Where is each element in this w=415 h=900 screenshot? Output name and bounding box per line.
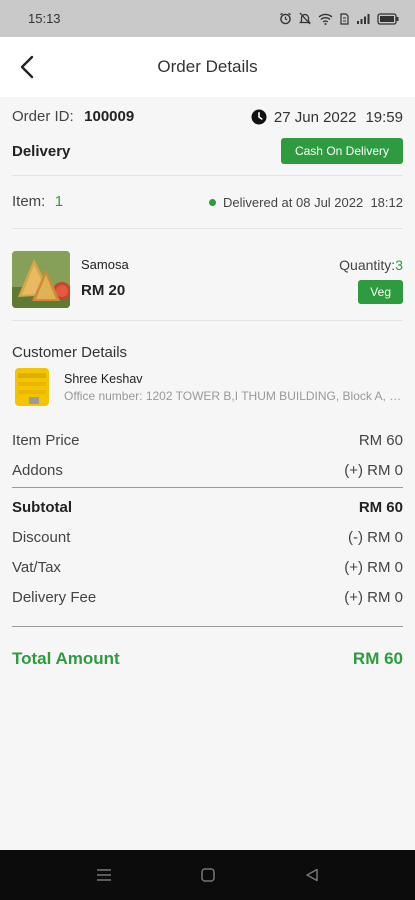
total-label: Total Amount	[12, 649, 120, 668]
home-button[interactable]	[196, 863, 220, 887]
customer-details-title: Customer Details	[12, 344, 128, 361]
order-details-content: Order ID: 100009 27 Jun 2022 19:59 Deliv…	[0, 97, 415, 850]
alarm-icon	[280, 12, 291, 25]
quantity: Quantity:3	[339, 257, 403, 273]
order-time: 19:59	[365, 108, 403, 126]
order-id-row: Order ID: 100009 27 Jun 2022 19:59	[12, 107, 403, 127]
discount-row: Discount (-) RM 0	[12, 527, 403, 547]
delivery-row: Delivery Cash On Delivery	[12, 138, 403, 164]
divider	[12, 320, 403, 321]
product-image	[12, 251, 70, 308]
status-time: 15:13	[28, 11, 61, 26]
vat-label: Vat/Tax	[12, 558, 61, 576]
subtotal-row: Subtotal RM 60	[12, 497, 403, 517]
item-price-row: Item Price RM 60	[12, 430, 403, 450]
delivery-fee-value: (+) RM 0	[344, 588, 403, 606]
system-nav-bar	[0, 850, 415, 900]
product-item[interactable]: Samosa RM 20 Quantity:3 Veg	[12, 247, 403, 309]
quantity-label: Quantity:	[339, 257, 396, 273]
subtotal-value: RM 60	[358, 498, 403, 516]
customer-avatar-icon	[15, 368, 49, 406]
delivery-status: Delivered at 08 Jul 2022 18:12	[223, 194, 403, 210]
system-back-button[interactable]	[300, 863, 324, 887]
wifi-icon	[318, 13, 333, 25]
order-date: 27 Jun 2022	[273, 108, 357, 126]
delivery-fee-row: Delivery Fee (+) RM 0	[12, 587, 403, 607]
delivery-fee-label: Delivery Fee	[12, 588, 97, 606]
signal-icon	[357, 13, 370, 24]
total-row: Total Amount RM 60	[12, 647, 403, 671]
status-dot-icon	[209, 198, 217, 206]
product-name: Samosa	[81, 257, 129, 272]
customer-address: Office number: 1202 TOWER B,I THUM BUILD…	[64, 389, 403, 403]
status-icons	[279, 12, 399, 25]
clock-icon	[251, 109, 267, 125]
discount-label: Discount	[12, 528, 71, 546]
customer-name: Shree Keshav	[64, 372, 143, 386]
mute-icon	[299, 12, 311, 25]
app-header: Order Details	[0, 37, 415, 97]
divider	[12, 626, 403, 627]
order-id-label: Order ID:	[12, 108, 74, 125]
divider	[12, 228, 403, 229]
sim-icon	[340, 12, 349, 25]
item-price-label: Item Price	[12, 431, 80, 449]
addons-label: Addons	[12, 461, 63, 479]
addons-value: (+) RM 0	[344, 461, 403, 479]
divider	[12, 175, 403, 176]
order-type: Delivery	[12, 142, 71, 160]
subtotal-label: Subtotal	[12, 498, 72, 516]
status-bar: 15:13	[0, 0, 415, 37]
item-label: Item:	[12, 193, 46, 210]
quantity-value: 3	[395, 257, 403, 273]
total-value: RM 60	[352, 649, 403, 668]
item-price-value: RM 60	[358, 431, 403, 449]
home-icon	[200, 868, 215, 882]
product-price: RM 20	[81, 282, 126, 299]
payment-method-badge: Cash On Delivery	[280, 138, 403, 164]
customer-card: Shree Keshav Office number: 1202 TOWER B…	[12, 365, 403, 409]
battery-icon	[377, 12, 399, 25]
addons-row: Addons (+) RM 0	[12, 460, 403, 480]
item-status-row: Item: 1 Delivered at 08 Jul 2022 18:12	[12, 192, 403, 212]
discount-value: (-) RM 0	[348, 528, 403, 546]
page-title: Order Details	[157, 57, 258, 76]
back-button[interactable]	[14, 53, 40, 81]
order-id-value: 100009	[84, 108, 135, 125]
vat-row: Vat/Tax (+) RM 0	[12, 557, 403, 577]
vat-value: (+) RM 0	[344, 558, 403, 576]
back-arrow-icon	[20, 55, 34, 79]
back-triangle-icon	[305, 868, 318, 882]
divider	[12, 487, 403, 488]
veg-badge: Veg	[358, 280, 403, 304]
item-count: 1	[54, 193, 64, 210]
recents-button[interactable]	[92, 863, 116, 887]
menu-icon	[96, 869, 111, 881]
